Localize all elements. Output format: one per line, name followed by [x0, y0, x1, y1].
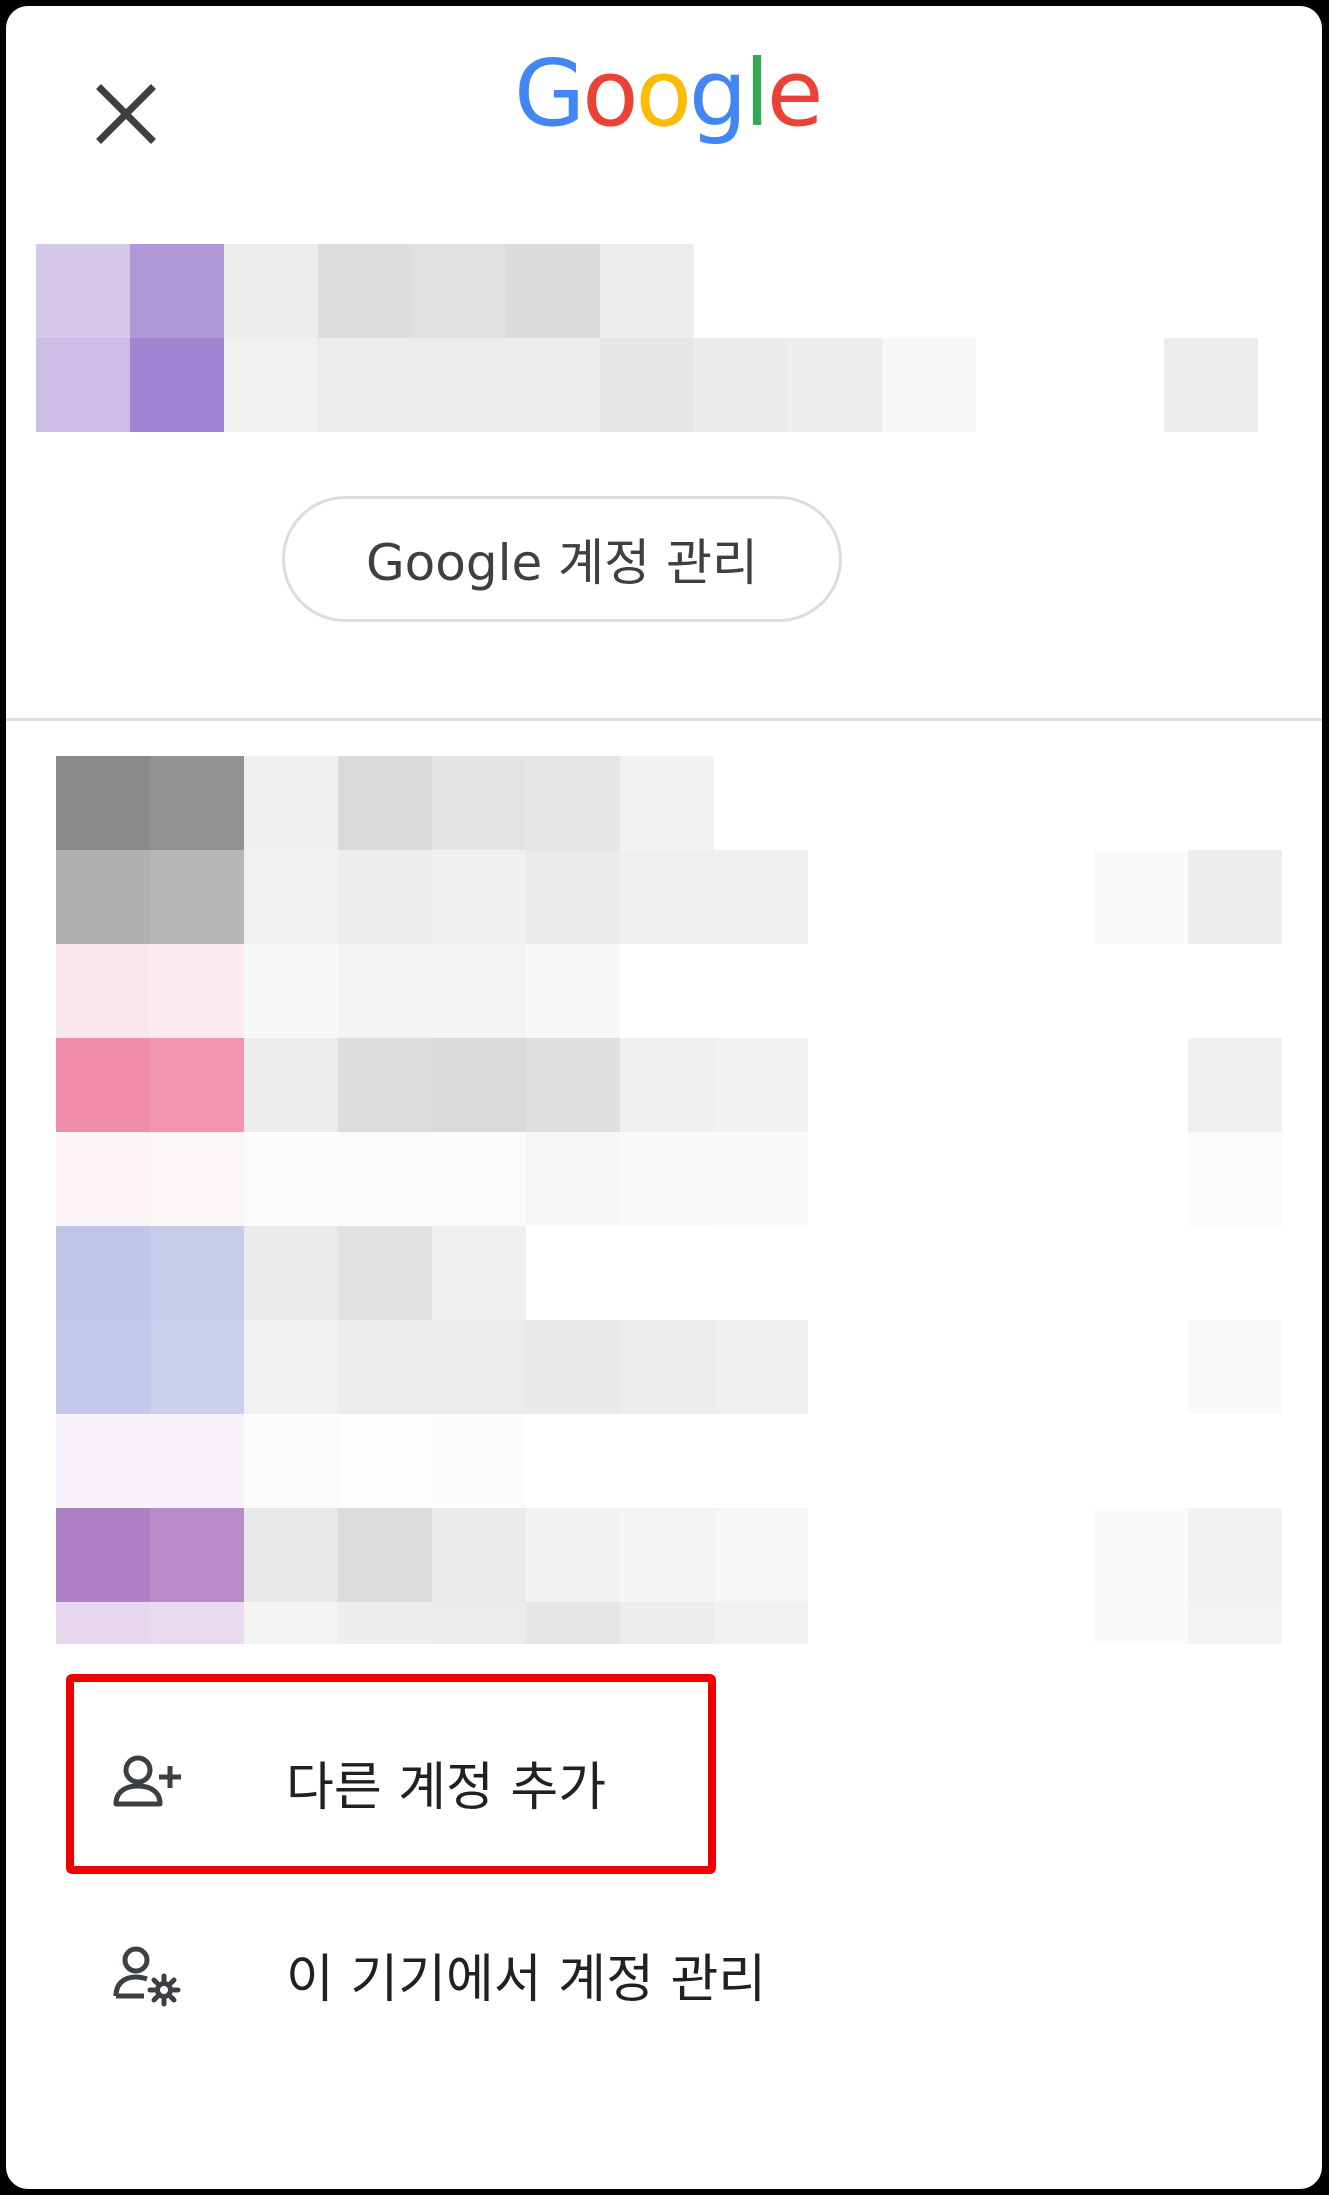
account-switcher-panel: Google Google 계정 관리 다른 계정 추가 이 기기에서 계정 관… [6, 6, 1322, 2189]
add-account-item[interactable]: 다른 계정 추가 [106, 1722, 1206, 1842]
divider [6, 718, 1322, 721]
manage-google-account-button[interactable]: Google 계정 관리 [282, 496, 842, 622]
close-button[interactable] [86, 74, 166, 154]
manage-device-accounts-item[interactable]: 이 기기에서 계정 관리 [106, 1914, 1206, 2034]
person-settings-icon [106, 1934, 186, 2014]
logo-letter-g2: g [688, 40, 747, 147]
close-icon [96, 84, 156, 144]
logo-letter-e: e [766, 40, 824, 147]
logo-letter-o2: o [635, 40, 692, 147]
manage-device-accounts-label: 이 기기에서 계정 관리 [286, 1949, 767, 2010]
add-account-label: 다른 계정 추가 [286, 1757, 607, 1818]
google-logo: Google [514, 40, 824, 147]
logo-letter-o1: o [582, 40, 638, 147]
add-person-icon [106, 1742, 186, 1822]
logo-letter-l: l [744, 40, 770, 147]
logo-letter-g: G [514, 40, 585, 147]
